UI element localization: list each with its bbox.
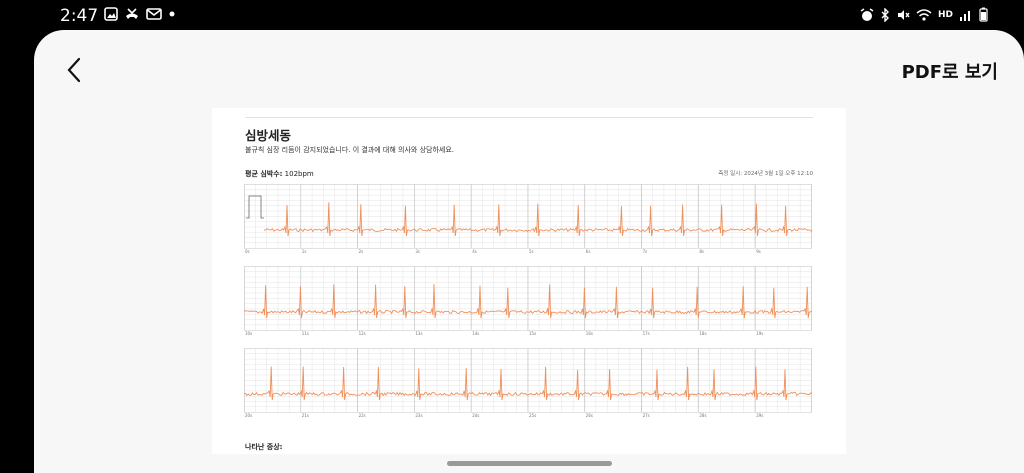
- tick-label: 8s: [699, 249, 704, 254]
- chevron-left-icon[interactable]: [64, 56, 88, 84]
- tick-label: 7s: [643, 249, 648, 254]
- mail-icon: [146, 8, 162, 20]
- report-document: 심방세동 불규칙 심장 리듬이 감지되었습니다. 이 결과에 대해 의사와 상담…: [212, 108, 846, 454]
- status-bar: 2:47 HD: [0, 0, 1024, 32]
- tick-label: 6s: [586, 249, 591, 254]
- dot-icon: [169, 11, 175, 17]
- battery-icon: [979, 7, 988, 22]
- tick-label: 27s: [643, 413, 650, 418]
- tick-label: 25s: [529, 413, 536, 418]
- view-pdf-button[interactable]: PDF로 보기: [902, 58, 998, 84]
- tick-label: 24s: [472, 413, 479, 418]
- report-subtitle: 불규칙 심장 리듬이 감지되었습니다. 이 결과에 대해 의사와 상담하세요.: [245, 146, 455, 154]
- tick-label: 19s: [756, 331, 763, 336]
- tick-label: 9s: [756, 249, 761, 254]
- hd-voice-icon: HD: [937, 9, 953, 20]
- status-time: 2:47: [60, 6, 99, 26]
- tick-label: 4s: [472, 249, 477, 254]
- divider: [245, 117, 813, 118]
- tick-label: 5s: [529, 249, 534, 254]
- tick-label: 20s: [245, 413, 252, 418]
- tick-label: 18s: [699, 331, 706, 336]
- tick-label: 10s: [245, 331, 252, 336]
- ecg-strip: 20s 21s 22s 23s 24s 25s 26s 27s 28s 29s: [244, 348, 812, 418]
- tick-label: 11s: [302, 331, 309, 336]
- tick-label: 14s: [472, 331, 479, 336]
- gallery-icon: [104, 7, 118, 21]
- measured-at: 측정 일시: 2024년 3월 1일 오후 12:10: [718, 171, 813, 177]
- heart-rate-label: 평균 심박수:: [245, 170, 283, 178]
- average-heart-rate: 평균 심박수: 102bpm: [245, 169, 314, 179]
- tick-label: 12s: [359, 331, 366, 336]
- ecg-strip: 0s 1s 2s 3s 4s 5s 6s 7s 8s 9s: [244, 184, 812, 254]
- bluetooth-icon: [881, 7, 889, 22]
- ecg-strip: 10s 11s 12s 13s 14s 15s 16s 17s 18s 19s: [244, 266, 812, 336]
- tick-label: 26s: [586, 413, 593, 418]
- tick-label: 13s: [415, 331, 422, 336]
- tick-label: 16s: [586, 331, 593, 336]
- tick-label: 21s: [302, 413, 309, 418]
- symptoms-label: 나타난 증상:: [245, 443, 283, 451]
- home-indicator[interactable]: [447, 461, 612, 466]
- alarm-icon: [860, 7, 874, 21]
- heart-rate-value: 102bpm: [284, 170, 314, 178]
- tick-label: 3s: [415, 249, 420, 254]
- tick-label: 28s: [699, 413, 706, 418]
- tick-label: 2s: [359, 249, 364, 254]
- mute-icon: [897, 9, 910, 20]
- report-title: 심방세동: [245, 128, 292, 143]
- tick-label: 15s: [529, 331, 536, 336]
- missed-call-icon: [126, 8, 138, 19]
- tick-label: 0s: [245, 249, 250, 254]
- tick-label: 23s: [415, 413, 422, 418]
- tick-label: 29s: [756, 413, 763, 418]
- tick-label: 17s: [643, 331, 650, 336]
- signal-icon: [960, 10, 970, 21]
- tick-label: 22s: [359, 413, 366, 418]
- tick-label: 1s: [302, 249, 307, 254]
- wifi-icon: [916, 8, 932, 21]
